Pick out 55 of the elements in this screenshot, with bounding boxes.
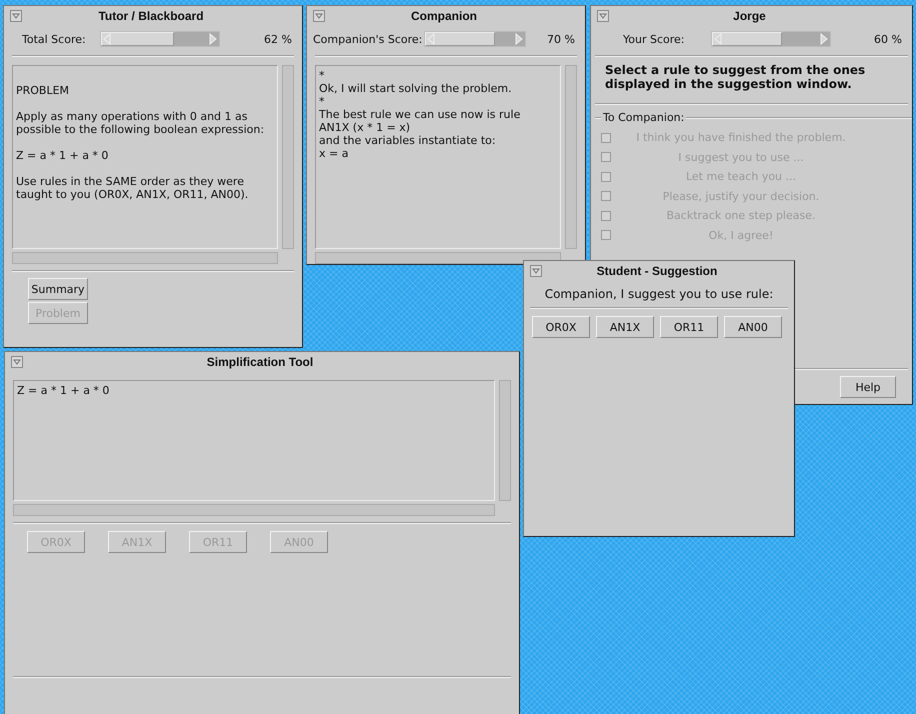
problem-text: PROBLEM — [16, 84, 70, 97]
left-arrow-icon[interactable] — [712, 32, 724, 46]
text-area[interactable]: * Ok, I will start solving the problem. * The best rule we can use now is rule AN1X (x * 1 = x) and the variables instantiate to: x = a — [315, 65, 561, 249]
text-area[interactable]: PROBLEM Apply as many operations with 0 and 1 as possible to the following boolean expression: Z = a * 1 + a * 0 Use rules in the SAME order as they were taught to you (OR0X, AN1X, OR11, AN00). — [12, 65, 278, 249]
message-line: x = a — [319, 147, 350, 160]
score-label: Total Score: — [22, 32, 86, 46]
message-line: The best rule we can use now is rule — [319, 108, 522, 121]
problem-text: Apply as many operations with 0 and 1 as possible to the following boolean expression: — [16, 110, 266, 136]
window-title: Simplification Tool — [206, 355, 314, 369]
score-slider[interactable] — [710, 31, 830, 47]
window-menu-icon[interactable] — [597, 10, 609, 22]
window-menu-icon[interactable] — [10, 10, 22, 22]
message-line: * — [319, 69, 326, 82]
problem-text: Z = a * 1 + a * 0 — [16, 149, 110, 162]
message-line: Ok, I will start solving the problem. — [319, 82, 513, 95]
horizontal-scrollbar[interactable] — [12, 252, 278, 264]
window-title: Jorge — [732, 9, 767, 23]
instruction-text: Select a rule to suggest from the ones displayed in the suggestion window. — [604, 62, 866, 93]
window-menu-icon[interactable] — [530, 265, 542, 277]
left-arrow-icon[interactable] — [425, 32, 438, 46]
score-reading: 60 % — [874, 32, 902, 46]
window-menu-icon[interactable] — [313, 10, 325, 22]
message-line: and the variables instantiate to: — [319, 134, 497, 147]
score-label: Companion's Score: — [313, 32, 422, 46]
rule-button[interactable]: AN1X — [596, 316, 654, 338]
vertical-scrollbar[interactable] — [565, 65, 577, 249]
score-reading: 70 % — [547, 32, 575, 46]
horizontal-scrollbar[interactable] — [315, 252, 561, 264]
vertical-scrollbar[interactable] — [499, 380, 511, 501]
right-arrow-icon[interactable] — [818, 32, 830, 46]
prompt-text: Companion, I suggest you to use rule: — [544, 286, 774, 303]
score-slider[interactable] — [100, 31, 220, 47]
score-label: Your Score: — [623, 32, 684, 46]
left-arrow-icon[interactable] — [100, 32, 113, 46]
horizontal-scrollbar[interactable] — [13, 504, 495, 516]
action-button[interactable]: Summary — [28, 278, 88, 300]
expression-text: Z = a * 1 + a * 0 — [17, 384, 110, 397]
window-title: Student - Suggestion — [596, 264, 718, 278]
window-menu-icon[interactable] — [11, 356, 23, 368]
expression-area[interactable]: Z = a * 1 + a * 0 — [13, 380, 495, 501]
rule-button[interactable]: OR0X — [532, 316, 590, 338]
rule-button[interactable]: AN00 — [724, 316, 782, 338]
message-line: AN1X (x * 1 = x) — [319, 121, 412, 134]
right-arrow-icon[interactable] — [513, 32, 526, 46]
help-button[interactable]: Help — [840, 376, 896, 398]
group-label: To Companion: — [603, 111, 684, 124]
window-title: Companion — [410, 9, 478, 23]
message-line: * — [319, 95, 326, 108]
rule-button[interactable]: OR11 — [660, 316, 718, 338]
window-title: Tutor / Blackboard — [97, 9, 205, 23]
right-arrow-icon[interactable] — [206, 32, 219, 46]
problem-text: Use rules in the SAME order as they were taught to you (OR0X, AN1X, OR11, AN00). — [16, 175, 250, 201]
score-slider[interactable] — [424, 31, 526, 47]
vertical-scrollbar[interactable] — [282, 65, 294, 249]
score-reading: 62 % — [264, 32, 292, 46]
